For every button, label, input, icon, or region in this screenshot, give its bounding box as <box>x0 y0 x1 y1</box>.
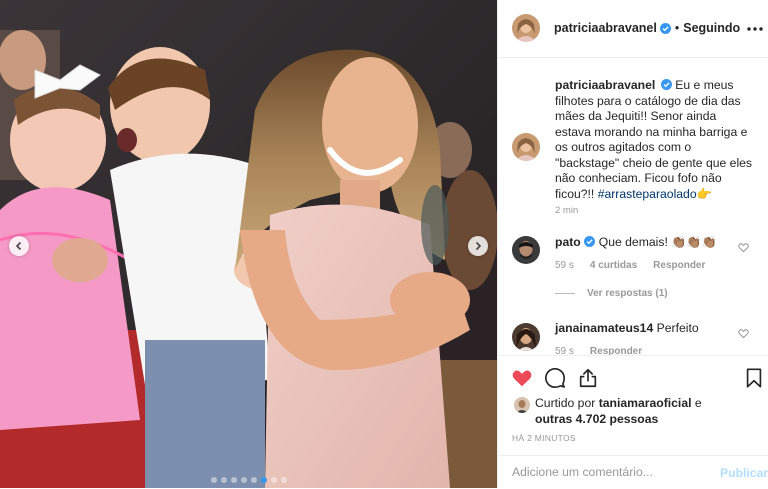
comment-meta: 59 s Responder <box>555 346 658 355</box>
verified-badge-icon <box>583 236 595 247</box>
avatar[interactable] <box>512 323 540 351</box>
header-line: patriciaabravanel • Seguindo <box>554 21 740 35</box>
reply-button[interactable]: Responder <box>653 260 705 271</box>
post-timestamp[interactable]: HÁ 2 MINUTOS <box>512 433 576 443</box>
instagram-post-modal: patriciaabravanel • Seguindo patriciaabr… <box>0 0 768 488</box>
comment-timestamp[interactable]: 59 s <box>555 260 574 271</box>
carousel-dot <box>270 477 277 483</box>
heart-filled-icon[interactable] <box>511 367 533 389</box>
liked-by-connector: e <box>694 396 702 410</box>
comment-timestamp[interactable]: 59 s <box>555 346 574 355</box>
avatar[interactable] <box>512 236 540 264</box>
comment-username[interactable]: pato <box>555 235 581 249</box>
caption-username[interactable]: patriciaabravanel <box>555 78 655 92</box>
heart-icon[interactable] <box>738 328 749 339</box>
carousel-indicator <box>0 477 497 483</box>
liked-by-username[interactable]: taniamaraoficial <box>599 396 692 410</box>
liked-by-others[interactable]: outras 4.702 pessoas <box>535 412 658 426</box>
post-header: patriciaabravanel • Seguindo <box>498 0 768 58</box>
caption-hashtag[interactable]: #arrasteparaolado <box>598 187 697 201</box>
comment-username[interactable]: janainamateus14 <box>555 321 653 335</box>
carousel-dot <box>260 477 267 483</box>
comment-body: janainamateus14 Perfeito <box>555 321 699 335</box>
carousel-next-button[interactable] <box>468 236 488 256</box>
verified-badge-icon <box>661 79 673 90</box>
comment-input[interactable] <box>512 465 702 479</box>
avatar[interactable] <box>512 14 540 42</box>
following-button[interactable]: Seguindo <box>683 21 740 35</box>
carousel-dot <box>220 477 227 483</box>
carousel-dot <box>210 477 217 483</box>
comment-text: Que demais! 👏🏽👏🏽👏🏽 <box>598 235 717 249</box>
likes-summary: Curtido por taniamaraoficial e outras 4.7… <box>514 396 754 427</box>
pointing-hand-emoji: 👉 <box>696 186 712 201</box>
header-separator: • <box>674 21 680 35</box>
carousel-dot <box>230 477 237 483</box>
avatar[interactable] <box>514 397 530 413</box>
bookmark-icon[interactable] <box>743 367 765 389</box>
comments-section: patriciaabravanel Eu e meus filhotes para… <box>498 58 768 355</box>
view-replies-button[interactable]: Ver respostas (1) <box>555 288 668 299</box>
comment-composer: Publicar <box>498 455 768 489</box>
divider <box>555 293 575 294</box>
author-username[interactable]: patriciaabravanel <box>554 21 657 35</box>
publish-button[interactable]: Publicar <box>720 466 768 480</box>
carousel-prev-button[interactable] <box>9 236 29 256</box>
liked-by-prefix: Curtido por <box>535 396 596 410</box>
view-replies-label: Ver respostas (1) <box>587 288 668 299</box>
carousel-dot <box>250 477 257 483</box>
comment-icon[interactable] <box>544 367 566 389</box>
caption-timestamp[interactable]: 2 min <box>555 205 578 216</box>
verified-badge-icon <box>659 22 671 34</box>
carousel-dot <box>240 477 247 483</box>
post-details-panel: patriciaabravanel • Seguindo patriciaabr… <box>497 0 768 488</box>
comment-body: pato Que demais! 👏🏽👏🏽👏🏽 <box>555 235 717 249</box>
more-horizontal-icon[interactable] <box>746 22 764 36</box>
likes-text: Curtido por taniamaraoficial e outras 4.7… <box>514 396 754 427</box>
post-photo[interactable] <box>0 0 497 488</box>
comment-text: Perfeito <box>656 321 699 335</box>
comment-likes-count[interactable]: 4 curtidas <box>590 260 637 271</box>
post-actions: Curtido por taniamaraoficial e outras 4.7… <box>498 355 768 489</box>
comment-meta: 59 s 4 curtidas Responder <box>555 260 721 271</box>
caption-text: Eu e meus filhotes para o catálogo de di… <box>555 78 753 201</box>
share-icon[interactable] <box>577 367 599 389</box>
avatar[interactable] <box>512 133 540 161</box>
photo-image <box>0 0 497 488</box>
chevron-left-icon <box>15 241 22 251</box>
chevron-right-icon <box>475 241 482 251</box>
reply-button[interactable]: Responder <box>590 346 642 355</box>
heart-icon[interactable] <box>738 242 749 253</box>
carousel-dot <box>280 477 287 483</box>
post-caption: patriciaabravanel Eu e meus filhotes para… <box>555 78 755 202</box>
